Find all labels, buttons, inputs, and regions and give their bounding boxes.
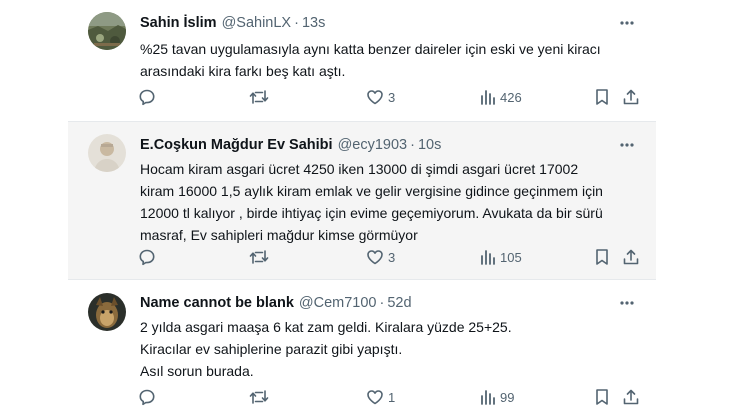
tweet-header: E.Coşkun Mağdur Ev Sahibi @ecy1903 · 10s: [140, 135, 636, 155]
like-button[interactable]: 3: [366, 86, 395, 108]
views-button[interactable]: 99: [480, 386, 514, 408]
share-icon: [623, 89, 639, 105]
view-count: 99: [500, 389, 515, 405]
bookmark-icon: [596, 389, 608, 405]
tweet-header: Sahin İslim @SahinLX · 13s: [140, 13, 636, 33]
reply-icon: [139, 89, 155, 106]
like-count: 3: [388, 249, 396, 265]
retweet-icon: [249, 90, 269, 104]
avatar[interactable]: [88, 293, 126, 331]
timestamp[interactable]: 13s: [302, 15, 325, 31]
separator-dot: ·: [294, 15, 299, 31]
bookmark-button[interactable]: [594, 386, 610, 408]
view-count: 105: [500, 249, 522, 265]
reply-feed: Sahin İslim @SahinLX · 13s %25 tavan uyg…: [0, 0, 730, 420]
reply-button[interactable]: [138, 246, 156, 268]
share-icon: [623, 389, 639, 405]
timestamp[interactable]: 52d: [387, 295, 411, 311]
tweet-text-line: Kiracılar ev sahiplerine parazit gibi ya…: [140, 341, 403, 357]
view-count: 426: [500, 89, 522, 105]
action-bar: 3 426: [136, 86, 640, 108]
user-handle[interactable]: @Cem7100: [299, 295, 377, 311]
avatar[interactable]: [88, 134, 126, 172]
bookmark-icon: [596, 89, 608, 105]
more-icon[interactable]: [618, 15, 636, 31]
tweet-text-line: 2 yılda asgari maaşa 6 kat zam geldi. Ki…: [140, 319, 512, 335]
share-button[interactable]: [622, 386, 640, 408]
action-bar: 1 99: [136, 386, 640, 408]
share-button[interactable]: [622, 246, 640, 268]
retweet-button[interactable]: [249, 386, 269, 408]
tweet-text: 2 yılda asgari maaşa 6 kat zam geldi. Ki…: [140, 316, 632, 382]
tweet-text-line: Hocam kiram asgari ücret 4250 iken 13000…: [140, 161, 579, 177]
display-name[interactable]: E.Coşkun Mağdur Ev Sahibi: [140, 137, 333, 153]
views-button[interactable]: 105: [480, 246, 522, 268]
tweet-header: Name cannot be blank @Cem7100 · 52d: [140, 293, 636, 313]
retweet-button[interactable]: [249, 86, 269, 108]
avatar[interactable]: [88, 12, 126, 50]
action-bar: 3 105: [136, 246, 640, 268]
user-handle[interactable]: @ecy1903: [338, 137, 408, 153]
retweet-icon: [249, 390, 269, 404]
heart-icon: [367, 90, 383, 105]
display-name[interactable]: Name cannot be blank: [140, 295, 294, 311]
tweet-text-line: Asıl sorun burada.: [140, 363, 254, 379]
tweet-text: Hocam kiram asgari ücret 4250 iken 13000…: [140, 158, 632, 246]
tweet-text: %25 tavan uygulamasıyla aynı katta benze…: [140, 38, 632, 82]
tweet[interactable]: Name cannot be blank @Cem7100 · 52d 2 yı…: [68, 280, 656, 420]
reply-button[interactable]: [138, 86, 156, 108]
like-count: 1: [388, 389, 396, 405]
display-name[interactable]: Sahin İslim: [140, 15, 217, 31]
retweet-icon: [249, 250, 269, 264]
views-icon: [481, 90, 495, 105]
timestamp[interactable]: 10s: [418, 137, 441, 153]
reply-icon: [139, 389, 155, 406]
share-icon: [623, 249, 639, 265]
views-icon: [481, 390, 495, 405]
separator-dot: ·: [379, 295, 385, 311]
views-button[interactable]: 426: [480, 86, 522, 108]
tweet-text-line: kiram 16000 1,5 aylık kiram emlak ve gel…: [140, 183, 603, 199]
bookmark-button[interactable]: [594, 86, 610, 108]
tweet-text-line: %25 tavan uygulamasıyla aynı katta benze…: [140, 41, 601, 57]
user-handle[interactable]: @SahinLX: [222, 15, 292, 31]
more-icon[interactable]: [618, 295, 636, 311]
like-count: 3: [388, 89, 396, 105]
tweet[interactable]: E.Coşkun Mağdur Ev Sahibi @ecy1903 · 10s…: [68, 122, 656, 280]
reply-button[interactable]: [138, 386, 156, 408]
separator-dot: ·: [410, 137, 415, 153]
more-icon[interactable]: [618, 137, 636, 153]
tweet-text-line: arasındaki kira farkı beş katı aştı.: [140, 63, 346, 79]
tweet-text-line: masraf, Ev sahipleri mağdur kimse görmüy…: [140, 227, 418, 243]
heart-icon: [367, 250, 383, 265]
reply-icon: [139, 249, 155, 266]
tweet-text-line: 12000 tl kalıyor , birde ihtiyaç için ev…: [140, 205, 603, 221]
bookmark-button[interactable]: [594, 246, 610, 268]
bookmark-icon: [596, 249, 608, 265]
views-icon: [481, 250, 495, 265]
share-button[interactable]: [622, 86, 640, 108]
like-button[interactable]: 3: [366, 246, 395, 268]
like-button[interactable]: 1: [366, 386, 395, 408]
tweet[interactable]: Sahin İslim @SahinLX · 13s %25 tavan uyg…: [68, 0, 656, 122]
heart-icon: [367, 390, 383, 405]
retweet-button[interactable]: [249, 246, 269, 268]
